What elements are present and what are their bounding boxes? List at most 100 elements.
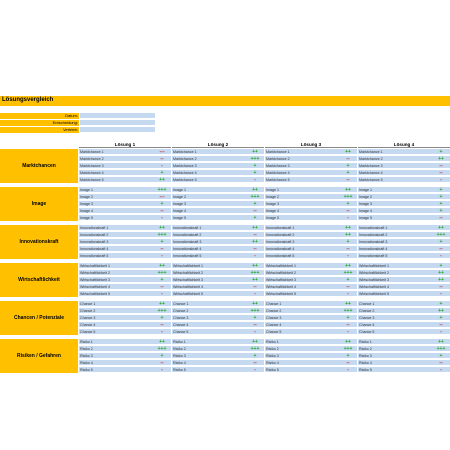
rating-cell[interactable]: + [432,315,450,321]
rating-cell[interactable]: + [153,277,171,283]
rating-cell[interactable]: + [339,170,357,176]
rating-cell[interactable]: -- [432,163,450,169]
criterion-cell[interactable]: Image 4 [265,208,339,214]
rating-cell[interactable]: -- [339,322,357,328]
rating-cell[interactable]: ++ [339,149,357,155]
criterion-cell[interactable]: Innovationskraft 2 [79,232,153,238]
criterion-cell[interactable]: Chance 5 [172,329,246,335]
rating-cell[interactable]: ++ [246,263,264,269]
rating-cell[interactable]: -- [339,246,357,252]
rating-cell[interactable]: - [153,215,171,221]
criterion-cell[interactable]: Wirtschaftlichkeit 4 [172,284,246,290]
rating-cell[interactable]: --- [153,194,171,200]
criterion-cell[interactable]: Innovationskraft 2 [265,232,339,238]
criterion-cell[interactable]: Image 3 [172,201,246,207]
criterion-cell[interactable]: Chance 2 [358,308,432,314]
criterion-cell[interactable]: Wirtschaftlichkeit 1 [79,263,153,269]
rating-cell[interactable]: -- [246,322,264,328]
rating-cell[interactable]: -- [153,284,171,290]
rating-cell[interactable]: +++ [246,346,264,352]
rating-cell[interactable]: ++ [432,156,450,162]
criterion-cell[interactable]: Chance 5 [265,329,339,335]
rating-cell[interactable]: ++ [432,225,450,231]
criterion-cell[interactable]: Image 5 [265,215,339,221]
meta-value-cell[interactable] [80,127,155,133]
rating-cell[interactable]: ++ [246,339,264,345]
criterion-cell[interactable]: Innovationskraft 3 [79,239,153,245]
criterion-cell[interactable]: Risiko 4 [265,360,339,366]
rating-cell[interactable]: - [153,291,171,297]
rating-cell[interactable]: -- [246,232,264,238]
criterion-cell[interactable]: Risiko 2 [358,346,432,352]
criterion-cell[interactable]: Innovationskraft 5 [172,253,246,259]
rating-cell[interactable]: - [246,329,264,335]
rating-cell[interactable]: ++ [339,187,357,193]
criterion-cell[interactable]: Chance 1 [358,301,432,307]
rating-cell[interactable]: - [339,291,357,297]
criterion-cell[interactable]: Chance 5 [79,329,153,335]
rating-cell[interactable]: - [246,291,264,297]
rating-cell[interactable]: -- [432,215,450,221]
criterion-cell[interactable]: Risiko 2 [265,346,339,352]
rating-cell[interactable]: +++ [339,194,357,200]
rating-cell[interactable]: ++ [339,263,357,269]
rating-cell[interactable]: - [432,177,450,183]
rating-cell[interactable]: + [246,163,264,169]
rating-cell[interactable]: - [246,177,264,183]
rating-cell[interactable]: ++ [153,263,171,269]
rating-cell[interactable]: +++ [153,308,171,314]
criterion-cell[interactable]: Innovationskraft 4 [358,246,432,252]
criterion-cell[interactable]: Marktchance 3 [358,163,432,169]
criterion-cell[interactable]: Wirtschaftlichkeit 4 [358,284,432,290]
criterion-cell[interactable]: Innovationskraft 5 [358,253,432,259]
criterion-cell[interactable]: Risiko 1 [172,339,246,345]
criterion-cell[interactable]: Image 2 [79,194,153,200]
rating-cell[interactable]: + [246,201,264,207]
rating-cell[interactable]: - [432,329,450,335]
rating-cell[interactable]: - [246,367,264,373]
rating-cell[interactable]: -- [432,360,450,366]
criterion-cell[interactable]: Risiko 2 [172,346,246,352]
rating-cell[interactable]: + [339,239,357,245]
criterion-cell[interactable]: Marktchance 5 [172,177,246,183]
rating-cell[interactable]: + [153,170,171,176]
criterion-cell[interactable]: Chance 3 [79,315,153,321]
rating-cell[interactable]: - [246,253,264,259]
rating-cell[interactable]: - [153,367,171,373]
criterion-cell[interactable]: Innovationskraft 1 [79,225,153,231]
rating-cell[interactable]: ++ [339,301,357,307]
rating-cell[interactable]: + [246,170,264,176]
criterion-cell[interactable]: Image 2 [172,194,246,200]
rating-cell[interactable]: -- [339,284,357,290]
criterion-cell[interactable]: Wirtschaftlichkeit 2 [265,270,339,276]
criterion-cell[interactable]: Chance 4 [79,322,153,328]
criterion-cell[interactable]: Chance 2 [265,308,339,314]
rating-cell[interactable]: -- [153,322,171,328]
criterion-cell[interactable]: Image 1 [265,187,339,193]
criterion-cell[interactable]: Marktchance 4 [172,170,246,176]
criterion-cell[interactable]: Innovationskraft 3 [265,239,339,245]
criterion-cell[interactable]: Risiko 1 [79,339,153,345]
rating-cell[interactable]: -- [246,208,264,214]
rating-cell[interactable]: + [153,353,171,359]
criterion-cell[interactable]: Wirtschaftlichkeit 1 [358,263,432,269]
rating-cell[interactable]: ++ [246,149,264,155]
rating-cell[interactable]: -- [339,360,357,366]
criterion-cell[interactable]: Marktchance 2 [265,156,339,162]
rating-cell[interactable]: ++ [432,308,450,314]
criterion-cell[interactable]: Chance 4 [358,322,432,328]
rating-cell[interactable]: - [339,215,357,221]
criterion-cell[interactable]: Image 2 [265,194,339,200]
criterion-cell[interactable]: Chance 1 [265,301,339,307]
rating-cell[interactable]: - [339,329,357,335]
rating-cell[interactable]: ++ [153,301,171,307]
rating-cell[interactable]: + [432,301,450,307]
criterion-cell[interactable]: Chance 2 [79,308,153,314]
rating-cell[interactable]: -- [153,156,171,162]
rating-cell[interactable]: + [339,353,357,359]
rating-cell[interactable]: ++ [432,339,450,345]
criterion-cell[interactable]: Marktchance 1 [172,149,246,155]
rating-cell[interactable]: +++ [153,270,171,276]
criterion-cell[interactable]: Chance 4 [172,322,246,328]
criterion-cell[interactable]: Innovationskraft 1 [265,225,339,231]
